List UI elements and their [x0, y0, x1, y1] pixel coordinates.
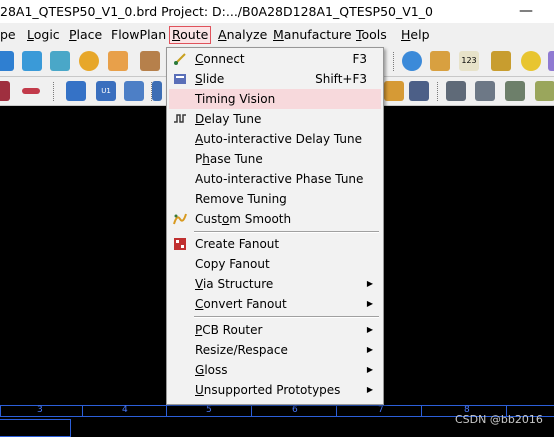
window-title: 28A1_QTESP50_V1_0.brd Project: D:.../B0A…: [0, 4, 433, 19]
menu-item-gloss[interactable]: Gloss ▶: [169, 360, 381, 380]
ruler-label: 5: [206, 405, 212, 415]
zoom-in-icon[interactable]: [22, 51, 42, 71]
menu-logic[interactable]: Logic: [25, 27, 62, 43]
menu-route[interactable]: Route: [169, 26, 212, 44]
add-connect-icon[interactable]: [0, 81, 10, 101]
highlight-icon[interactable]: [521, 51, 541, 71]
submenu-arrow-icon: ▶: [366, 279, 373, 288]
menu-item-custom-smooth[interactable]: Custom Smooth: [169, 209, 381, 229]
zoom-fit-icon[interactable]: [50, 51, 70, 71]
shortcut-text: Shift+F3: [315, 72, 367, 86]
menu-item-connect[interactable]: Connect F3: [169, 49, 381, 69]
menu-place[interactable]: Place: [67, 27, 104, 43]
shape-icon[interactable]: [446, 81, 466, 101]
ruler-box: [0, 419, 71, 437]
menu-help[interactable]: Help: [399, 27, 432, 43]
submenu-arrow-icon: ▶: [366, 299, 373, 308]
menu-item-auto-interactive-delay-tune[interactable]: Auto-interactive Delay Tune: [169, 129, 381, 149]
menu-item-remove-tuning[interactable]: Remove Tuning: [169, 189, 381, 209]
menu-item-pcb-router[interactable]: PCB Router ▶: [169, 320, 381, 340]
menu-item-unsupported-prototypes[interactable]: Unsupported Prototypes ▶: [169, 380, 381, 400]
menu-item-timing-vision[interactable]: Timing Vision: [169, 89, 381, 109]
properties-icon[interactable]: [430, 51, 450, 71]
refresh-icon[interactable]: [79, 51, 99, 71]
pin-icon[interactable]: [384, 81, 404, 101]
spacing-icon[interactable]: [22, 88, 40, 94]
submenu-arrow-icon: ▶: [366, 385, 373, 394]
menu-item-delay-tune[interactable]: Delay Tune: [169, 109, 381, 129]
shortcut-text: F3: [352, 52, 367, 66]
watermark: CSDN @bb2016: [455, 413, 543, 426]
menu-separator: [194, 231, 379, 233]
ruler-label: 6: [292, 405, 298, 415]
component-icon[interactable]: U1: [96, 81, 116, 101]
menu-item-phase-tune[interactable]: Phase Tune: [169, 149, 381, 169]
grid-icon[interactable]: [140, 51, 160, 71]
menu-type[interactable]: pe: [0, 27, 18, 43]
menu-separator: [194, 316, 379, 318]
dehighlight-icon[interactable]: [548, 51, 554, 71]
ruler-label: 4: [122, 405, 128, 415]
menu-item-convert-fanout[interactable]: Convert Fanout ▶: [169, 294, 381, 314]
menu-item-via-structure[interactable]: Via Structure ▶: [169, 274, 381, 294]
array-icon[interactable]: [409, 81, 429, 101]
ruler-label: 3: [37, 405, 43, 415]
menu-bar: pe Logic Place FlowPlan Route Analyze Ma…: [0, 23, 554, 47]
shape-void-icon[interactable]: [535, 81, 554, 101]
menu-analyze[interactable]: Analyze: [216, 27, 269, 43]
title-bar: 28A1_QTESP50_V1_0.brd Project: D:.../B0A…: [0, 0, 554, 23]
menu-tools[interactable]: Tools: [354, 27, 389, 43]
menu-item-create-fanout[interactable]: Create Fanout: [169, 234, 381, 254]
info-icon[interactable]: [402, 51, 422, 71]
ruler-label: 7: [378, 405, 384, 415]
menu-item-slide[interactable]: Slide Shift+F3: [169, 69, 381, 89]
custom-smooth-icon: [173, 213, 187, 225]
submenu-arrow-icon: ▶: [366, 365, 373, 374]
measure-icon[interactable]: 123: [459, 51, 479, 71]
route-group-icon[interactable]: [152, 81, 162, 101]
swap-icon[interactable]: [124, 81, 144, 101]
menu-item-resize-respace[interactable]: Resize/Respace ▶: [169, 340, 381, 360]
slide-icon: [174, 74, 186, 84]
menu-manufacture[interactable]: Manufacture: [271, 27, 354, 43]
shape-edit-icon[interactable]: [475, 81, 495, 101]
zoom-icon[interactable]: [0, 51, 14, 71]
menu-flowplan[interactable]: FlowPlan: [109, 27, 168, 43]
brush-icon[interactable]: [491, 51, 511, 71]
create-fanout-icon: [174, 238, 186, 250]
view-3d-icon[interactable]: [108, 51, 128, 71]
submenu-arrow-icon: ▶: [366, 345, 373, 354]
minimize-button[interactable]: —: [519, 0, 533, 23]
connect-icon: [174, 53, 186, 65]
menu-item-auto-interactive-phase-tune[interactable]: Auto-interactive Phase Tune: [169, 169, 381, 189]
delay-tune-icon: [174, 114, 186, 123]
route-dropdown-menu: Connect F3 Slide Shift+F3 Timing Vision …: [166, 47, 384, 405]
menu-item-copy-fanout[interactable]: Copy Fanout: [169, 254, 381, 274]
shape-merge-icon[interactable]: [505, 81, 525, 101]
place-icon[interactable]: [66, 81, 86, 101]
submenu-arrow-icon: ▶: [366, 325, 373, 334]
